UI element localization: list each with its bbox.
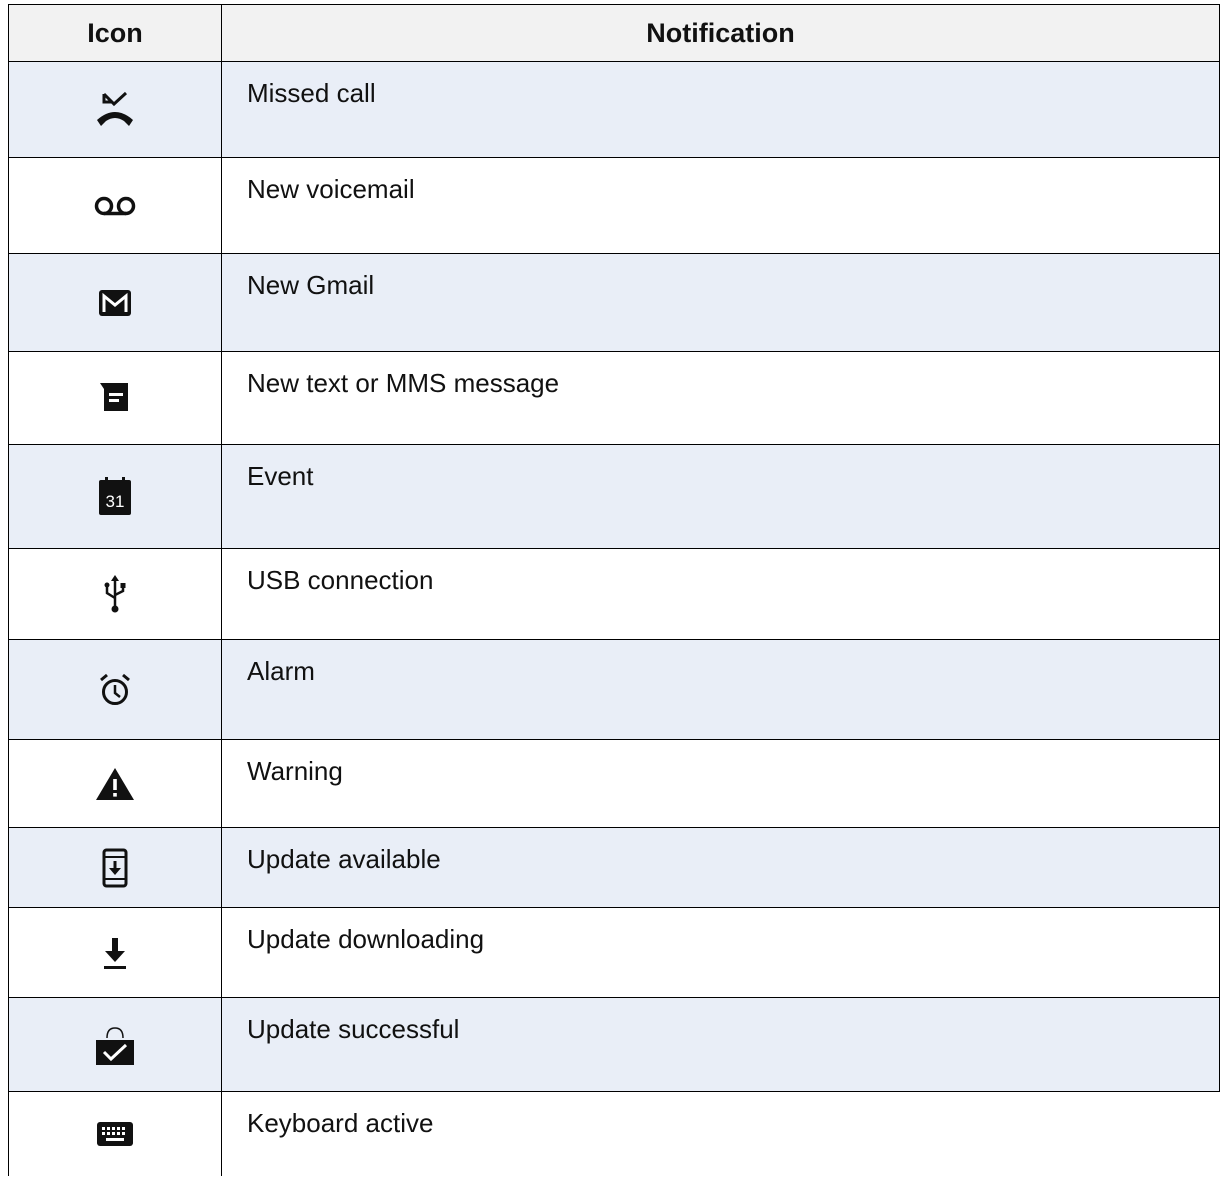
alarm-icon — [100, 673, 130, 705]
gmail-icon — [99, 289, 131, 316]
notification-label: Update downloading — [222, 908, 1220, 997]
table-row: Update successful — [8, 998, 1220, 1092]
message-icon — [100, 383, 128, 411]
notification-icons-table: Icon Notification Missed call New voicem… — [8, 4, 1220, 1176]
system-update-icon — [102, 848, 128, 887]
warning-icon — [96, 767, 134, 800]
notification-label: Missed call — [222, 62, 1220, 157]
download-icon — [104, 937, 126, 969]
table-row: Missed call — [8, 62, 1220, 158]
table-row: Keyboard active — [8, 1092, 1220, 1176]
header-notification-col: Notification — [222, 5, 1220, 61]
update-success-icon — [96, 1026, 134, 1065]
header-icon-col: Icon — [8, 5, 222, 61]
table-row: Warning — [8, 740, 1220, 828]
notification-label: Keyboard active — [247, 1108, 434, 1138]
notification-label: New text or MMS message — [222, 352, 1220, 444]
table-row: Update available — [8, 828, 1220, 908]
notification-label: Event — [222, 445, 1220, 548]
table-row: Alarm — [8, 640, 1220, 740]
table-row: New text or MMS message — [8, 352, 1220, 445]
table-row: Update downloading — [8, 908, 1220, 998]
table-header: Icon Notification — [8, 4, 1220, 62]
keyboard-icon — [97, 1122, 133, 1146]
notification-label: Update successful — [222, 998, 1220, 1091]
missed-call-icon — [97, 91, 133, 126]
usb-icon — [104, 575, 126, 613]
notification-label: Alarm — [222, 640, 1220, 739]
voicemail-icon — [94, 196, 136, 215]
notification-label: New Gmail — [222, 254, 1220, 351]
svg-text:31: 31 — [106, 492, 125, 511]
table-row: 31 Event — [8, 445, 1220, 549]
table-row: New voicemail — [8, 158, 1220, 254]
notification-label: Update available — [222, 828, 1220, 907]
table-row: USB connection — [8, 549, 1220, 640]
notification-label: Warning — [222, 740, 1220, 827]
calendar-event-icon: 31 — [99, 476, 131, 515]
notification-label: USB connection — [222, 549, 1220, 639]
notification-label: New voicemail — [222, 158, 1220, 253]
table-row: New Gmail — [8, 254, 1220, 352]
